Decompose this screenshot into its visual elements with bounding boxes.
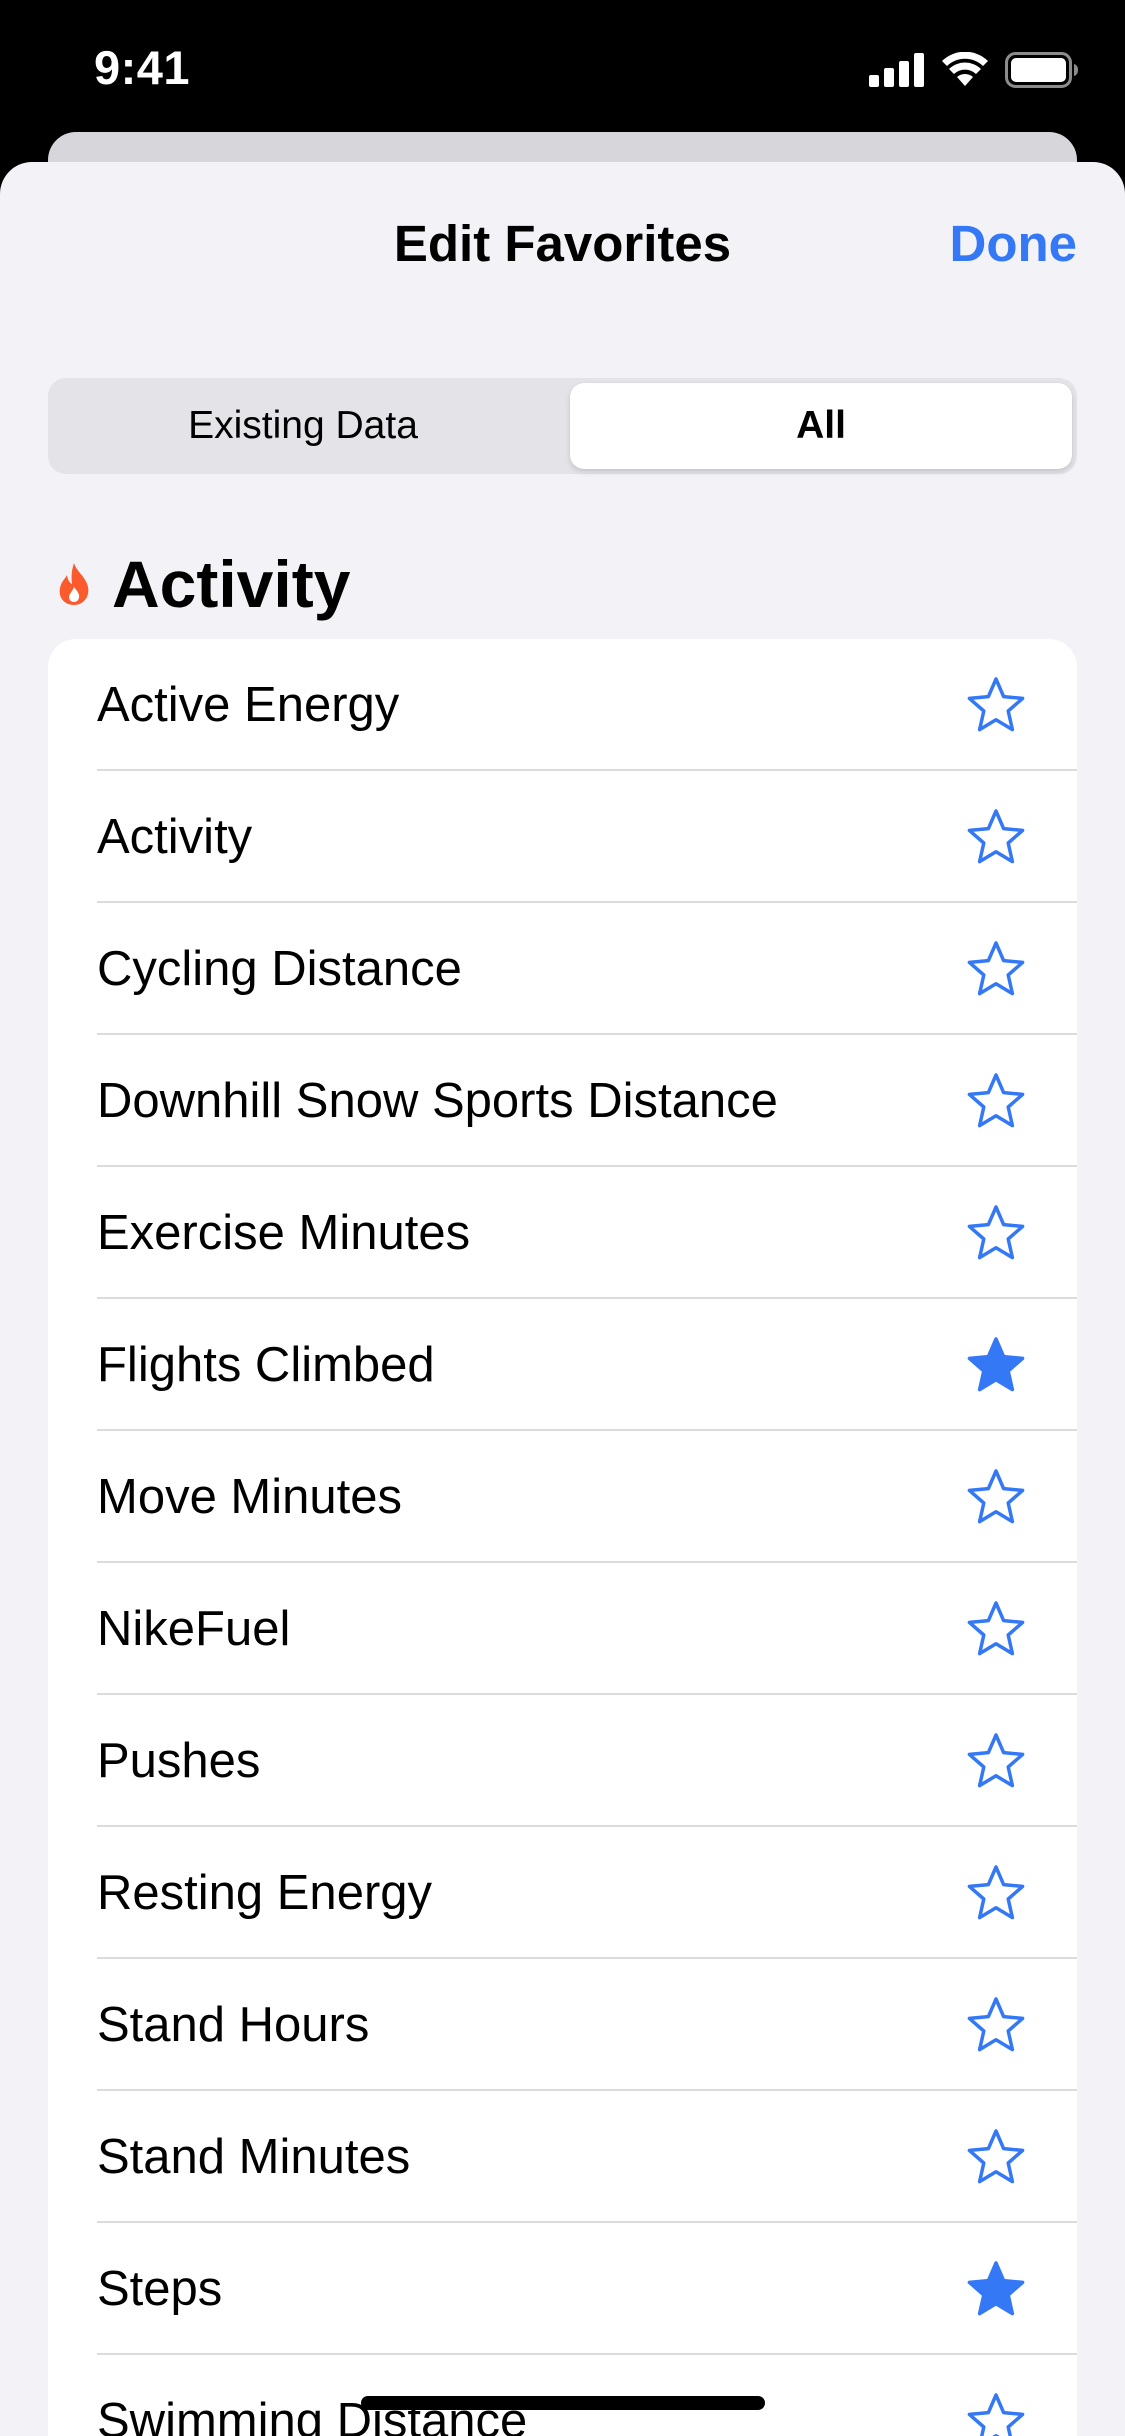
star-outline-icon[interactable] [966,2391,1026,2436]
cellular-signal-icon [869,53,924,87]
status-time: 9:41 [94,41,191,94]
done-button[interactable]: Done [950,214,1078,273]
star-outline-icon[interactable] [966,1995,1026,2055]
list-item-label: Move Minutes [97,1470,403,1524]
section-title: Activity [112,547,351,621]
list-item[interactable]: Move Minutes [48,1431,1077,1563]
star-outline-icon[interactable] [966,1203,1026,1263]
list-item-label: Flights Climbed [97,1338,435,1392]
list-item[interactable]: Downhill Snow Sports Distance [48,1035,1077,1167]
star-outline-icon[interactable] [966,1599,1026,1659]
star-outline-icon[interactable] [966,1071,1026,1131]
favorites-list: Active Energy Activity Cycling Distance Dow… [48,639,1077,2436]
star-outline-icon[interactable] [966,939,1026,999]
segment-existing-data[interactable]: Existing Data [53,383,553,469]
home-indicator[interactable] [361,2396,765,2410]
star-outline-icon[interactable] [966,1467,1026,1527]
list-item[interactable]: Resting Energy [48,1827,1077,1959]
list-item[interactable]: NikeFuel [48,1563,1077,1695]
star-filled-icon[interactable] [966,1335,1026,1395]
list-item-label: Active Energy [97,678,400,732]
list-item[interactable]: Steps [48,2223,1077,2355]
star-outline-icon[interactable] [966,675,1026,735]
battery-icon [1005,52,1078,88]
list-item[interactable]: Active Energy [48,639,1077,771]
list-item-label: Stand Minutes [97,2130,411,2184]
list-item-label: Resting Energy [97,1866,433,1920]
segmented-control: Existing Data All [48,378,1077,474]
list-item[interactable]: Activity [48,771,1077,903]
star-outline-icon[interactable] [966,1731,1026,1791]
star-outline-icon[interactable] [966,807,1026,867]
list-item-label: Stand Hours [97,1998,370,2052]
list-item-label: Cycling Distance [97,942,462,996]
wifi-icon [942,52,988,86]
flame-icon [59,563,89,605]
status-bar: 9:41 [0,0,1125,132]
edit-favorites-sheet: Edit Favorites Done Existing Data All Ac… [0,162,1125,2436]
list-item-label: Downhill Snow Sports Distance [97,1074,778,1128]
list-item[interactable]: Exercise Minutes [48,1167,1077,1299]
list-item-label: NikeFuel [97,1602,291,1656]
status-icons [869,48,1079,92]
list-item[interactable]: Pushes [48,1695,1077,1827]
list-item[interactable]: Stand Hours [48,1959,1077,2091]
list-item-label: Pushes [97,1734,261,1788]
segment-all[interactable]: All [570,383,1072,469]
star-outline-icon[interactable] [966,2127,1026,2187]
star-filled-icon[interactable] [966,2259,1026,2319]
list-item[interactable]: Cycling Distance [48,903,1077,1035]
list-item-label: Exercise Minutes [97,1206,471,1260]
list-item-label: Steps [97,2262,223,2316]
list-item-label: Activity [97,810,253,864]
section-header: Activity [56,544,350,624]
list-item[interactable]: Stand Minutes [48,2091,1077,2223]
list-item[interactable]: Flights Climbed [48,1299,1077,1431]
star-outline-icon[interactable] [966,1863,1026,1923]
